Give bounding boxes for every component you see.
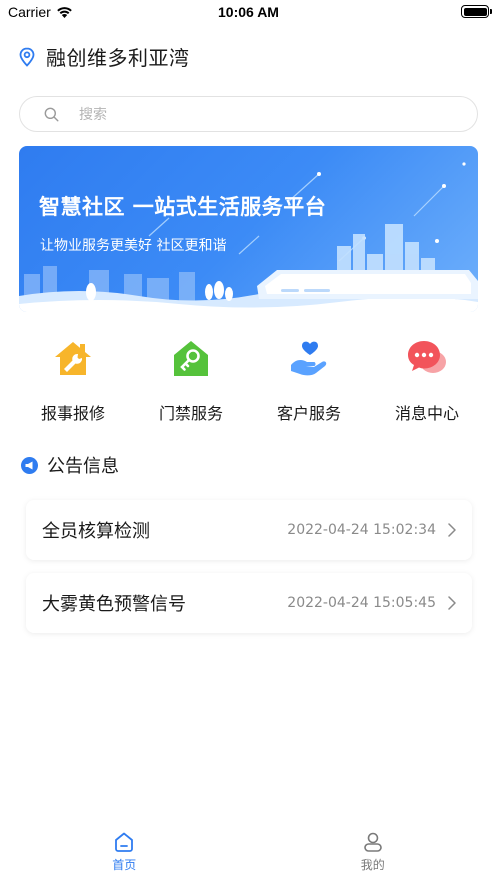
tab-mine[interactable]: 我的 — [249, 823, 497, 883]
location-pin-icon — [19, 47, 35, 67]
quick-actions: 报事报修 门禁服务 客户服务 消息中心 — [16, 338, 484, 424]
notice-time: 2022-04-24 15:05:45 — [287, 595, 436, 611]
door-key-icon — [174, 341, 208, 376]
user-icon — [363, 832, 382, 852]
search-placeholder: 搜索 — [79, 107, 107, 123]
search-icon — [44, 107, 59, 122]
action-message-center[interactable]: 消息中心 — [370, 338, 484, 424]
tab-label: 我的 — [360, 858, 385, 872]
battery-icon — [461, 5, 492, 18]
home-icon — [115, 832, 134, 852]
chevron-right-icon — [448, 523, 456, 537]
tab-home[interactable]: 首页 — [0, 823, 249, 883]
repair-house-icon — [55, 342, 91, 375]
heart-hand-icon — [291, 341, 327, 376]
action-customer-service[interactable]: 客户服务 — [252, 338, 366, 424]
action-label: 客户服务 — [276, 404, 341, 423]
bottom-tab-bar: 首页 我的 — [0, 823, 497, 883]
megaphone-icon — [21, 456, 38, 474]
status-bar: Carrier 10:06 AM — [0, 0, 497, 26]
action-label: 报事报修 — [40, 404, 105, 423]
community-header[interactable]: 融创维多利亚湾 — [18, 42, 190, 71]
notice-title: 大雾黄色预警信号 — [42, 594, 186, 615]
chevron-right-icon — [448, 596, 456, 610]
city-illustration — [19, 162, 478, 312]
community-name: 融创维多利亚湾 — [46, 46, 190, 70]
chat-bubble-icon — [408, 341, 446, 373]
action-door-access[interactable]: 门禁服务 — [134, 338, 248, 424]
status-time: 10:06 AM — [218, 4, 279, 20]
notice-item[interactable]: 大雾黄色预警信号 2022-04-24 15:05:45 — [26, 573, 472, 633]
action-label: 消息中心 — [394, 404, 459, 423]
banner-subtitle: 让物业服务更美好 社区更和谐 — [40, 238, 227, 254]
tab-label: 首页 — [112, 858, 137, 872]
search-input[interactable]: 搜索 — [19, 96, 478, 132]
action-label: 门禁服务 — [158, 404, 223, 423]
action-repair[interactable]: 报事报修 — [16, 338, 130, 424]
section-title: 公告信息 — [47, 456, 119, 477]
banner-headline: 智慧社区 一站式生活服务平台 — [39, 195, 327, 219]
notice-time: 2022-04-24 15:02:34 — [287, 522, 436, 538]
promo-banner[interactable]: 智慧社区 一站式生活服务平台 让物业服务更美好 社区更和谐 — [19, 146, 478, 312]
notice-item[interactable]: 全员核算检测 2022-04-24 15:02:34 — [26, 500, 472, 560]
notice-title: 全员核算检测 — [42, 521, 150, 542]
notices-header: 公告信息 — [21, 452, 119, 478]
